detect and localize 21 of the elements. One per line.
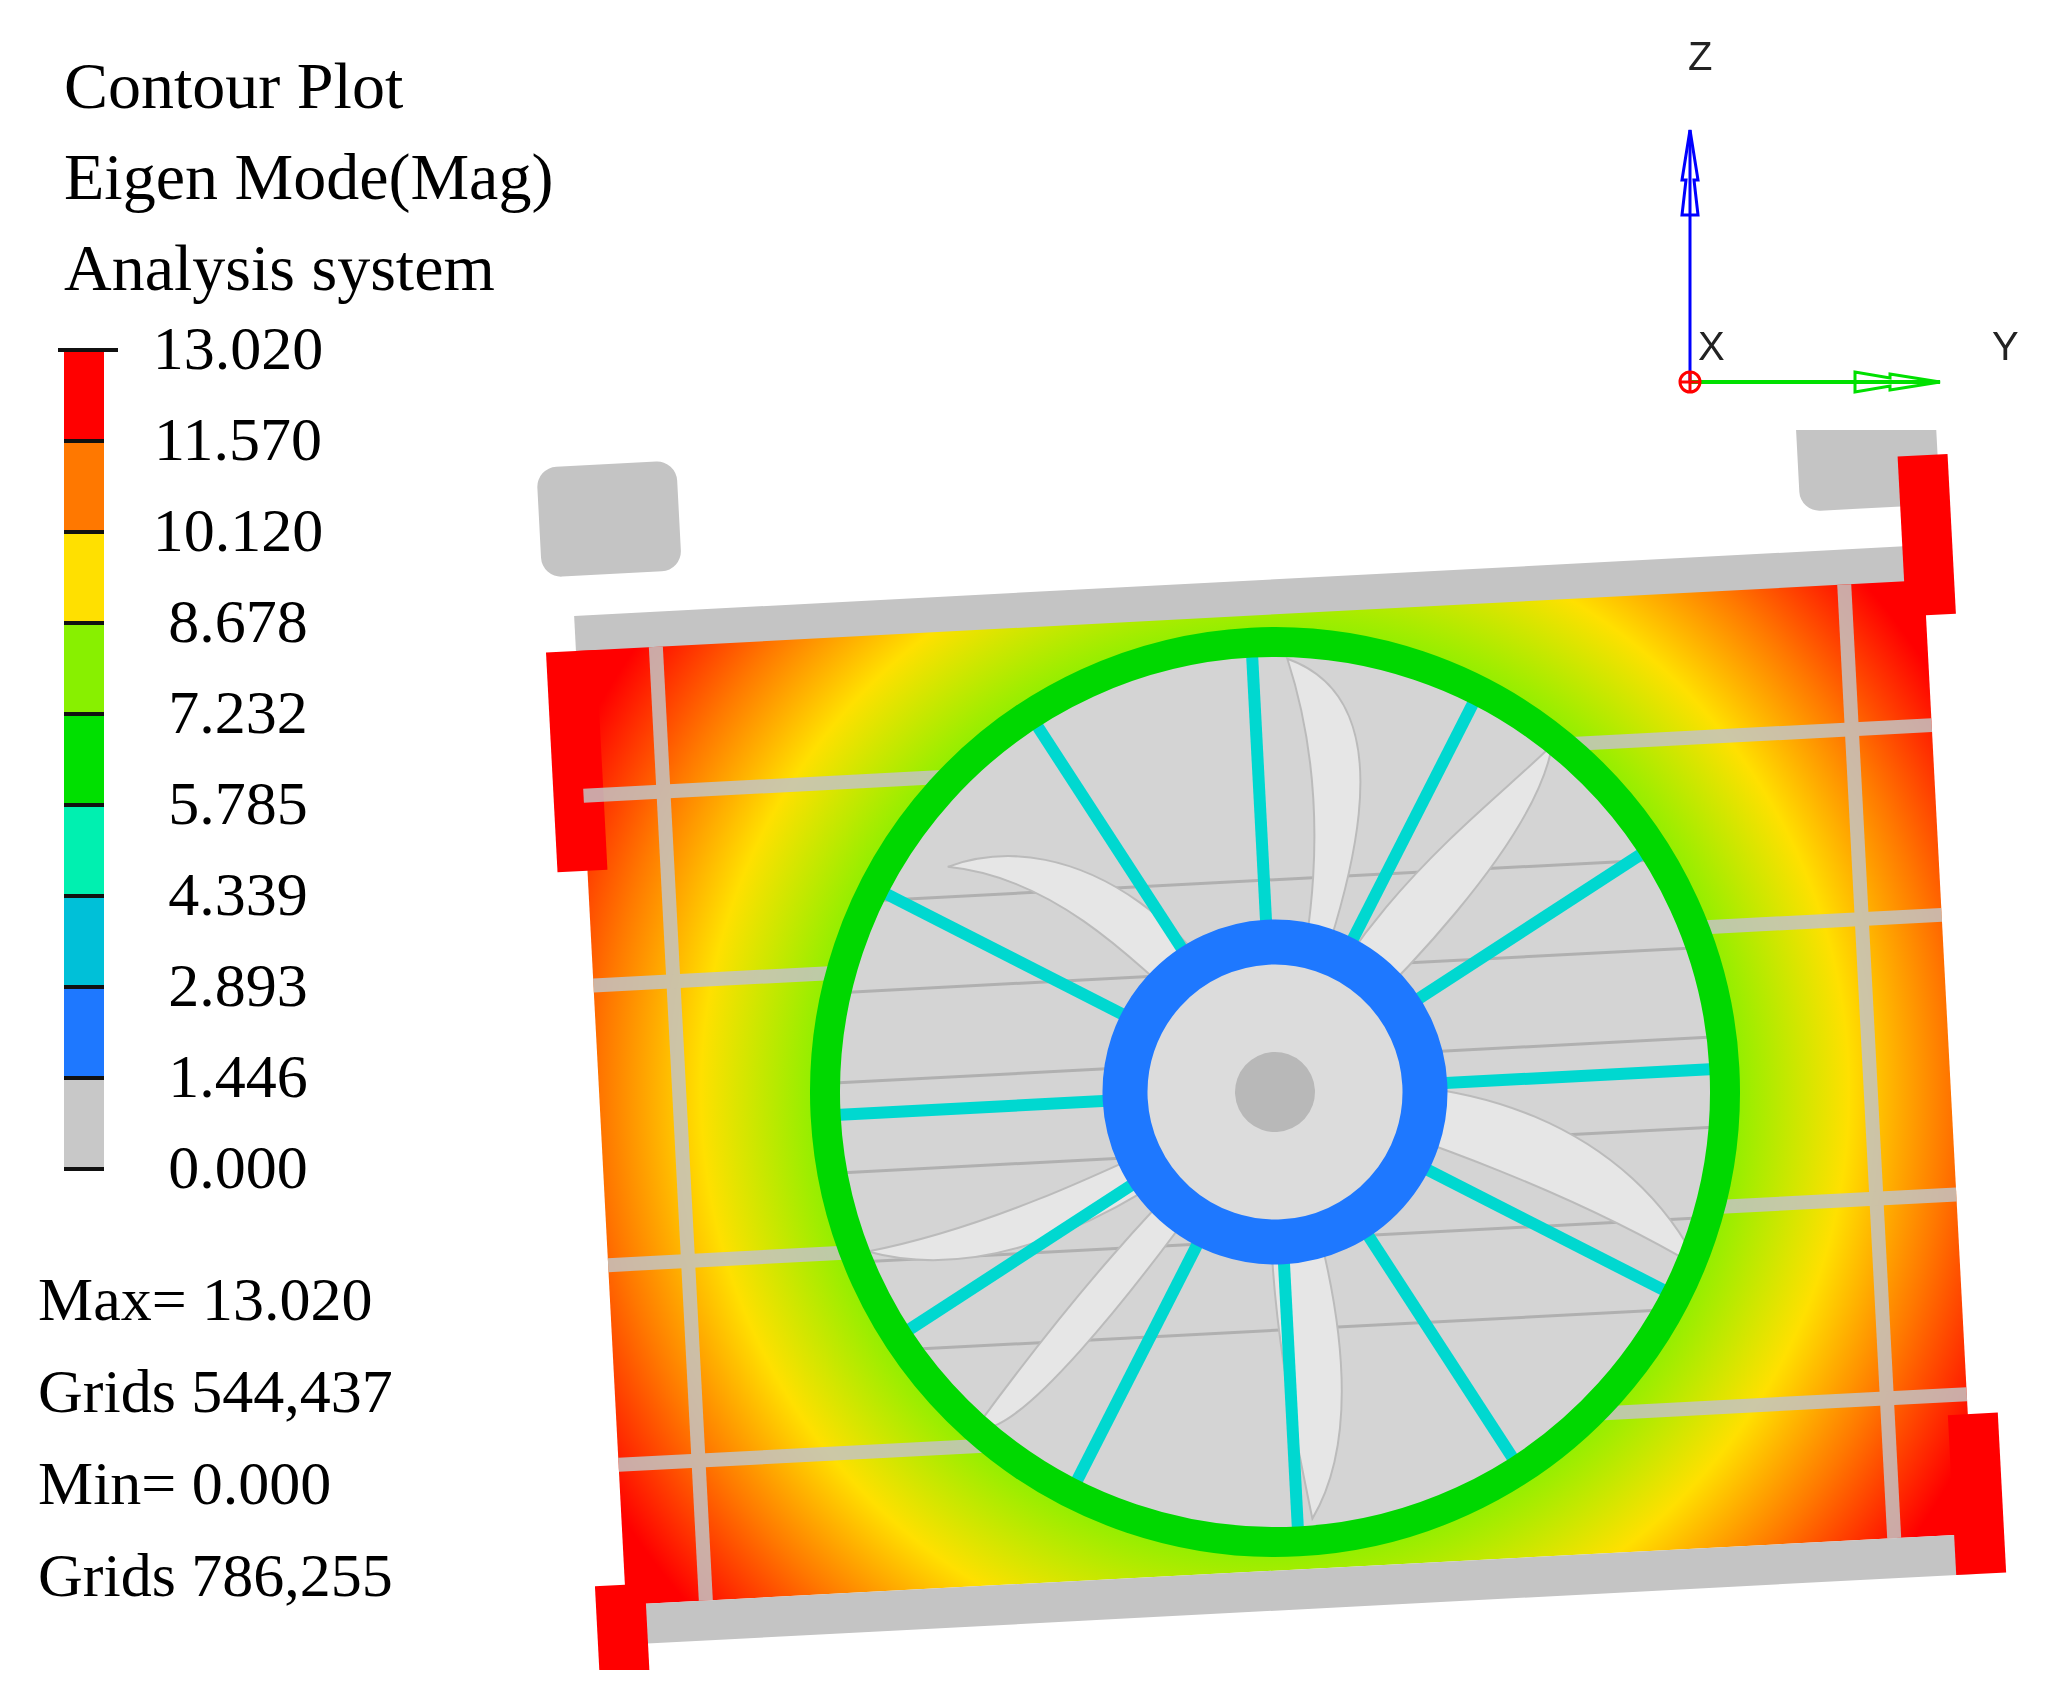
- legend-value: 4.339: [167, 859, 309, 930]
- axis-label: Z: [1688, 34, 1713, 78]
- legend-value: 0.000: [167, 1132, 309, 1203]
- legend-value: 1.446: [167, 1041, 309, 1112]
- plot-title-line: Contour Plot: [64, 48, 405, 124]
- legend-value: 10.120: [151, 495, 325, 566]
- legend-value: 11.570: [152, 404, 324, 475]
- legend-value: 13.020: [151, 313, 325, 384]
- axis-label: X: [1698, 324, 1725, 368]
- result-stat: Min= 0.000: [38, 1448, 333, 1519]
- result-stat: Grids 544,437: [38, 1356, 394, 1427]
- result-stat: Grids 786,255: [38, 1540, 394, 1611]
- legend-value: 7.232: [167, 677, 309, 748]
- axis-label: Y: [1992, 324, 2019, 368]
- legend-value: 2.893: [167, 950, 309, 1021]
- result-stat: Max= 13.020: [38, 1264, 374, 1335]
- plot-title-line: Eigen Mode(Mag): [64, 139, 555, 215]
- origin-marker-icon: [1678, 370, 1702, 394]
- plot-title-line: Analysis system: [64, 230, 496, 306]
- legend-value: 8.678: [167, 586, 309, 657]
- legend-value: 5.785: [167, 768, 309, 839]
